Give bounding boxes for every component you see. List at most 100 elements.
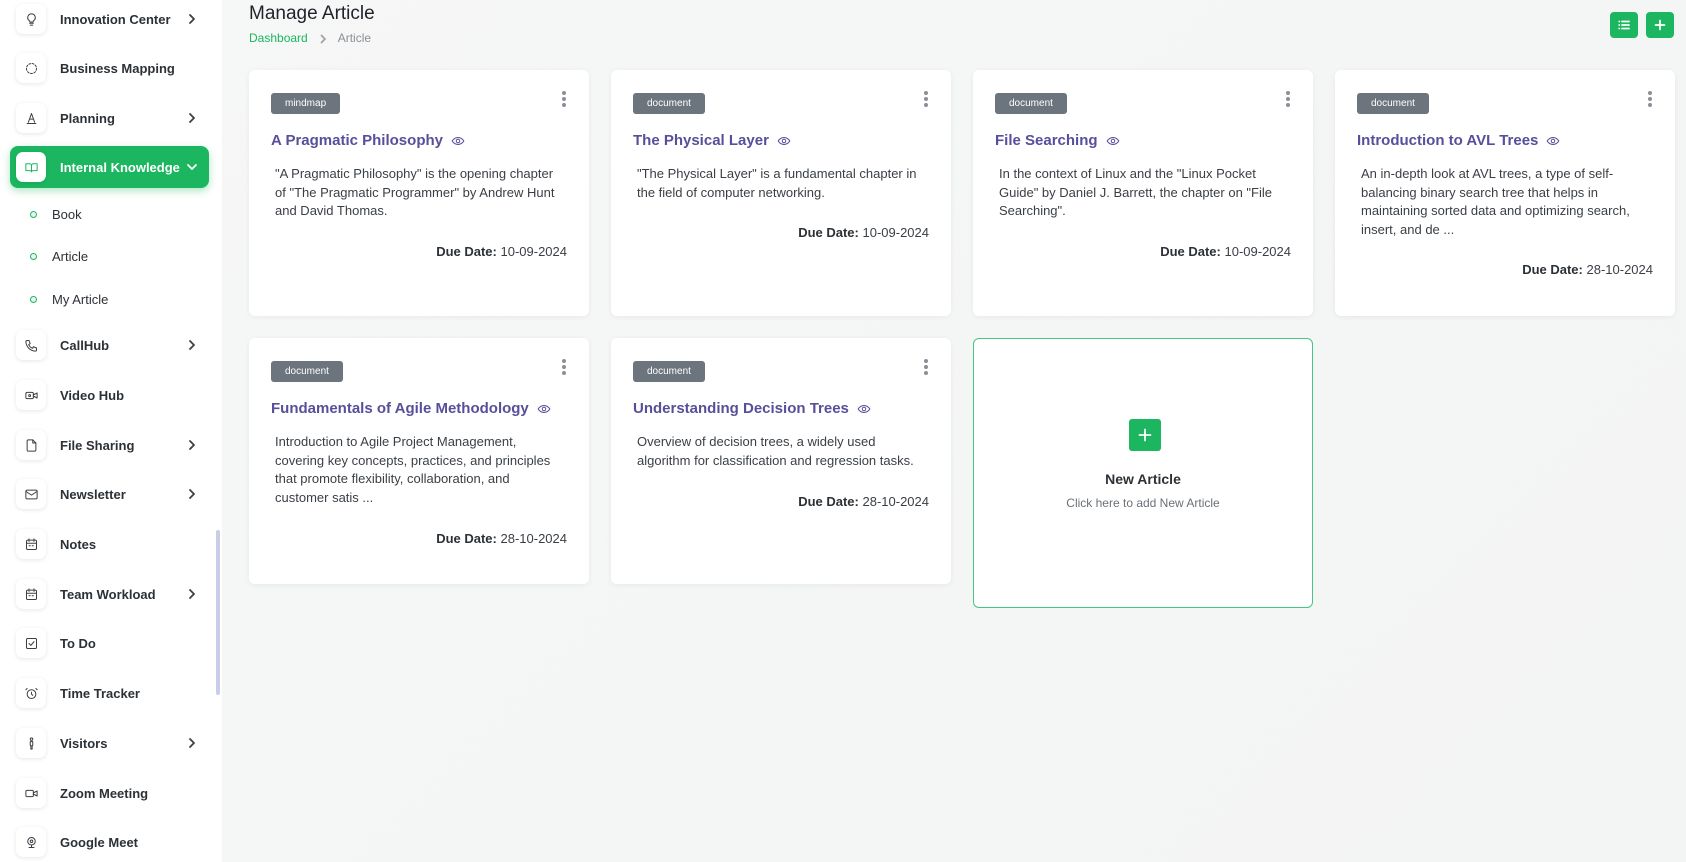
sidebar-item-file-sharing[interactable]: File Sharing	[10, 424, 209, 466]
sidebar-item-visitors[interactable]: Visitors	[10, 722, 209, 764]
breadcrumb-dashboard-link[interactable]: Dashboard	[249, 31, 308, 45]
sidebar-item-innovation-center[interactable]: Innovation Center	[10, 0, 209, 40]
article-card[interactable]: document Introduction to AVL Trees An in…	[1335, 70, 1675, 316]
chevron-right-icon	[185, 587, 199, 601]
eye-icon[interactable]	[857, 402, 871, 416]
sidebar-item-business-mapping[interactable]: Business Mapping	[10, 47, 209, 89]
due-date-value: 28-10-2024	[862, 494, 930, 509]
sidebar-subitem-article[interactable]: Article	[30, 245, 88, 267]
article-title-link[interactable]: Understanding Decision Trees	[633, 400, 871, 417]
more-options-icon[interactable]	[559, 90, 569, 108]
article-title-link[interactable]: The Physical Layer	[633, 132, 791, 149]
article-title-link[interactable]: A Pragmatic Philosophy	[271, 132, 465, 149]
breadcrumb-current: Article	[337, 31, 372, 45]
article-card[interactable]: document Fundamentals of Agile Methodolo…	[249, 338, 589, 584]
sidebar-subitem-my-article[interactable]: My Article	[30, 288, 108, 310]
article-title-link[interactable]: Fundamentals of Agile Methodology	[271, 400, 551, 417]
sidebar-item-label: Team Workload	[60, 586, 156, 602]
sidebar-item-time-tracker[interactable]: Time Tracker	[10, 672, 209, 714]
eye-icon[interactable]	[537, 402, 551, 416]
eye-icon[interactable]	[1546, 134, 1560, 148]
due-date-value: 28-10-2024	[500, 531, 568, 546]
article-card[interactable]: document Understanding Decision Trees Ov…	[611, 338, 951, 584]
more-options-icon[interactable]	[1283, 90, 1293, 108]
due-date-label: Due Date:	[436, 244, 497, 259]
person-icon	[16, 728, 46, 758]
eye-icon[interactable]	[451, 134, 465, 148]
article-description: In the context of Linux and the "Linux P…	[999, 166, 1272, 219]
chevron-right-icon	[318, 33, 328, 44]
due-date: Due Date: 28-10-2024	[436, 531, 567, 546]
bullet-icon	[30, 210, 37, 218]
new-article-subtitle: Click here to add New Article	[1066, 496, 1220, 510]
sidebar-scrollbar[interactable]	[216, 530, 220, 695]
sidebar-item-label: CallHub	[60, 337, 110, 353]
sidebar-item-planning[interactable]: Planning	[10, 97, 209, 139]
file-icon	[16, 430, 46, 460]
sidebar-item-zoom-meeting[interactable]: Zoom Meeting	[10, 772, 209, 814]
due-date: Due Date: 10-09-2024	[798, 225, 929, 240]
type-badge: document	[271, 361, 343, 382]
more-options-icon[interactable]	[559, 358, 569, 376]
add-article-button[interactable]	[1646, 12, 1674, 38]
eye-icon[interactable]	[777, 134, 791, 148]
due-date-label: Due Date:	[1160, 244, 1221, 259]
more-options-icon[interactable]	[921, 358, 931, 376]
chevron-right-icon	[185, 12, 199, 26]
article-card[interactable]: document The Physical Layer "The Physica…	[611, 70, 951, 316]
due-date-value: 28-10-2024	[1586, 262, 1654, 277]
chevron-right-icon	[185, 736, 199, 750]
book-open-icon	[16, 152, 46, 182]
circle-dashed-icon	[16, 53, 46, 83]
article-card[interactable]: mindmap A Pragmatic Philosophy "A Pragma…	[249, 70, 589, 316]
sidebar-item-notes[interactable]: Notes	[10, 523, 209, 565]
article-title: Introduction to AVL Trees	[1357, 132, 1539, 149]
sidebar-item-newsletter[interactable]: Newsletter	[10, 473, 209, 515]
due-date-label: Due Date:	[1522, 262, 1583, 277]
list-view-button[interactable]	[1610, 12, 1638, 38]
video-camera-icon	[16, 778, 46, 808]
article-title: File Searching	[995, 132, 1098, 149]
due-date: Due Date: 10-09-2024	[1160, 244, 1291, 259]
new-article-card[interactable]: New Article Click here to add New Articl…	[973, 338, 1313, 608]
webcam-icon	[16, 827, 46, 857]
due-date-value: 10-09-2024	[862, 225, 930, 240]
sidebar-item-label: Internal Knowledge	[60, 159, 180, 175]
type-badge: mindmap	[271, 93, 341, 114]
sidebar-subitem-label: My Article	[52, 291, 109, 307]
lightbulb-icon	[16, 4, 46, 34]
alarm-clock-icon	[16, 678, 46, 708]
sidebar-item-google-meet[interactable]: Google Meet	[10, 821, 209, 862]
sidebar-item-label: Notes	[60, 536, 97, 552]
breadcrumb: Dashboard Article	[249, 31, 371, 45]
type-badge: document	[995, 93, 1067, 114]
eye-icon[interactable]	[1106, 134, 1120, 148]
more-options-icon[interactable]	[1645, 90, 1655, 108]
sidebar-item-label: Innovation Center	[60, 11, 171, 27]
article-description: Introduction to Agile Project Management…	[275, 434, 551, 505]
bullet-icon	[30, 295, 37, 303]
pen-tool-icon	[16, 103, 46, 133]
sidebar-item-internal-knowledge[interactable]: Internal Knowledge	[10, 146, 209, 188]
sidebar: Innovation Center Business Mapping Plann…	[0, 0, 222, 862]
new-article-title: New Article	[1105, 471, 1181, 487]
due-date-label: Due Date:	[436, 531, 497, 546]
sidebar-item-callhub[interactable]: CallHub	[10, 324, 209, 366]
plus-icon	[1654, 19, 1666, 31]
sidebar-item-video-hub[interactable]: Video Hub	[10, 374, 209, 416]
due-date-value: 10-09-2024	[1224, 244, 1292, 259]
type-badge: document	[633, 93, 705, 114]
due-date: Due Date: 28-10-2024	[798, 494, 929, 509]
sidebar-item-label: To Do	[60, 635, 96, 651]
sidebar-item-team-workload[interactable]: Team Workload	[10, 573, 209, 615]
article-title-link[interactable]: Introduction to AVL Trees	[1357, 132, 1560, 149]
article-description: "The Physical Layer" is a fundamental ch…	[637, 166, 917, 200]
sidebar-item-to-do[interactable]: To Do	[10, 622, 209, 664]
article-title-link[interactable]: File Searching	[995, 132, 1120, 149]
more-options-icon[interactable]	[921, 90, 931, 108]
sidebar-subitem-book[interactable]: Book	[30, 203, 82, 225]
type-badge: document	[633, 361, 705, 382]
article-title: A Pragmatic Philosophy	[271, 132, 443, 149]
sidebar-item-label: Zoom Meeting	[60, 785, 149, 801]
article-card[interactable]: document File Searching In the context o…	[973, 70, 1313, 316]
